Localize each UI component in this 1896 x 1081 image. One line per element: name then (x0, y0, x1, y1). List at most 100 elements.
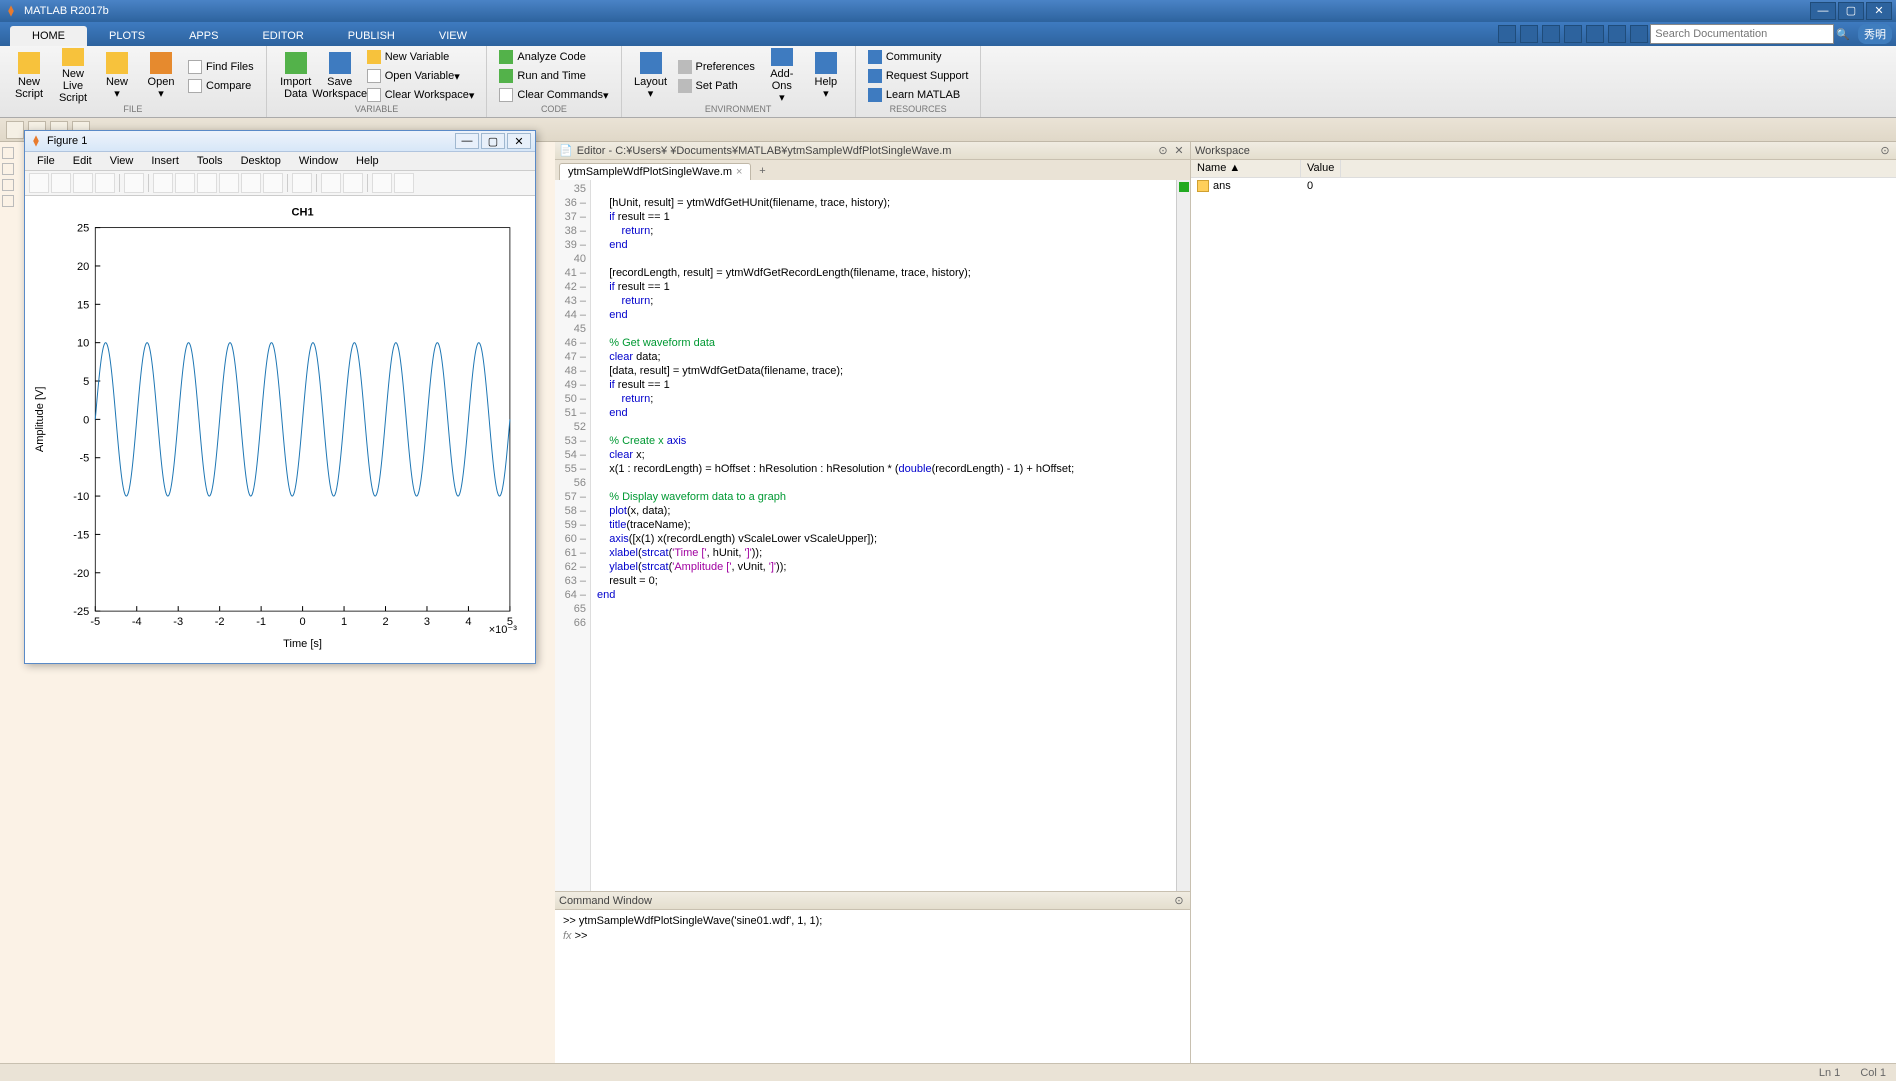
figure-title: Figure 1 (47, 135, 87, 147)
new-variable-button[interactable]: New Variable (363, 48, 479, 66)
svg-text:2: 2 (382, 616, 388, 628)
import-data-button[interactable]: Import Data (275, 48, 317, 104)
clear-workspace-button[interactable]: Clear Workspace ▾ (363, 86, 479, 104)
brush-icon[interactable] (263, 173, 283, 193)
code-health-strip (1176, 180, 1190, 891)
new-button[interactable]: New▾ (96, 48, 138, 104)
user-badge[interactable]: 秀明 (1858, 24, 1892, 44)
figure-menu-edit[interactable]: Edit (65, 153, 100, 169)
quick-icon[interactable] (1520, 25, 1538, 43)
workspace-body[interactable]: ans0 (1191, 178, 1896, 1063)
command-window[interactable]: >> ytmSampleWdfPlotSingleWave('sine01.wd… (555, 910, 1190, 1063)
zoom-in-icon[interactable] (153, 173, 173, 193)
svg-text:-2: -2 (215, 616, 225, 628)
quick-icon[interactable] (1630, 25, 1648, 43)
addons-button[interactable]: Add-Ons▾ (761, 48, 803, 104)
ribbon-tab-publish[interactable]: PUBLISH (326, 26, 417, 46)
ribbon-tab-apps[interactable]: APPS (167, 26, 240, 46)
figure-menu-help[interactable]: Help (348, 153, 387, 169)
figure-menu-file[interactable]: File (29, 153, 63, 169)
plot-area[interactable]: -5-4-3-2-1012345-25-20-15-10-50510152025… (25, 196, 535, 663)
save-icon[interactable] (73, 173, 93, 193)
ribbon-home: New Script New Live Script New▾ Open▾ Fi… (0, 46, 1896, 118)
quick-icon[interactable] (1608, 25, 1626, 43)
analyze-code-button[interactable]: Analyze Code (495, 48, 612, 66)
svg-text:-5: -5 (79, 453, 89, 465)
figure-menu-view[interactable]: View (102, 153, 142, 169)
workspace-row[interactable]: ans0 (1191, 178, 1896, 194)
hide-tools-icon[interactable] (372, 173, 392, 193)
request-support-button[interactable]: Request Support (864, 67, 973, 85)
dock-icon[interactable] (2, 195, 14, 207)
save-workspace-button[interactable]: Save Workspace (319, 48, 361, 104)
learn-matlab-button[interactable]: Learn MATLAB (864, 86, 973, 104)
quick-icon[interactable] (1542, 25, 1560, 43)
dock-icon[interactable] (2, 147, 14, 159)
minimize-button[interactable]: — (1810, 2, 1836, 20)
show-tools-icon[interactable] (394, 173, 414, 193)
figure-menu-tools[interactable]: Tools (189, 153, 231, 169)
fig-maximize-button[interactable]: ▢ (481, 133, 505, 149)
data-cursor-icon[interactable] (241, 173, 261, 193)
figure-menu-insert[interactable]: Insert (143, 153, 187, 169)
quick-icon[interactable] (1498, 25, 1516, 43)
col-value[interactable]: Value (1301, 160, 1341, 177)
set-path-button[interactable]: Set Path (674, 77, 759, 95)
workspace-header[interactable]: Name ▲ Value (1191, 160, 1896, 178)
figure-menu-desktop[interactable]: Desktop (233, 153, 289, 169)
group-label: ENVIRONMENT (630, 104, 847, 115)
open-variable-button[interactable]: Open Variable ▾ (363, 67, 479, 85)
ribbon-tab-view[interactable]: VIEW (417, 26, 489, 46)
find-files-button[interactable]: Find Files (184, 58, 258, 76)
panel-actions-icon[interactable]: ⊙ (1878, 144, 1892, 158)
quick-icon[interactable] (1564, 25, 1582, 43)
tab-close-icon[interactable]: × (736, 166, 742, 178)
status-line: Ln 1 (1819, 1067, 1840, 1079)
ribbon-tab-plots[interactable]: PLOTS (87, 26, 167, 46)
svg-text:5: 5 (83, 376, 89, 388)
print-icon[interactable] (95, 173, 115, 193)
ribbon-tab-editor[interactable]: EDITOR (240, 26, 325, 46)
new-script-button[interactable]: New Script (8, 48, 50, 104)
close-button[interactable]: ✕ (1866, 2, 1892, 20)
preferences-button[interactable]: Preferences (674, 58, 759, 76)
compare-button[interactable]: Compare (184, 77, 258, 95)
ribbon-tab-home[interactable]: HOME (10, 26, 87, 46)
figure-titlebar[interactable]: Figure 1 — ▢ ✕ (25, 131, 535, 152)
layout-button[interactable]: Layout▾ (630, 48, 672, 104)
new-figure-icon[interactable] (29, 173, 49, 193)
quick-icon[interactable] (1586, 25, 1604, 43)
editor-tab[interactable]: ytmSampleWdfPlotSingleWave.m× (559, 163, 751, 180)
dock-icon[interactable] (2, 179, 14, 191)
add-tab-button[interactable]: + (753, 162, 771, 180)
help-button[interactable]: Help▾ (805, 48, 847, 104)
maximize-button[interactable]: ▢ (1838, 2, 1864, 20)
new-live-script-button[interactable]: New Live Script (52, 48, 94, 104)
figure-menu-window[interactable]: Window (291, 153, 346, 169)
pan-icon[interactable] (197, 173, 217, 193)
panel-actions-icon[interactable]: ⊙ (1156, 144, 1170, 158)
run-and-time-button[interactable]: Run and Time (495, 67, 612, 85)
code-editor[interactable]: 3536 –37 –38 –39 –4041 –42 –43 –44 –4546… (555, 180, 1190, 891)
panel-close-icon[interactable]: ✕ (1172, 144, 1186, 158)
col-name[interactable]: Name ▲ (1191, 160, 1301, 177)
link-icon[interactable] (292, 173, 312, 193)
legend-icon[interactable] (343, 173, 363, 193)
svg-text:-25: -25 (73, 606, 89, 618)
community-button[interactable]: Community (864, 48, 973, 66)
search-documentation-input[interactable] (1650, 24, 1834, 44)
panel-actions-icon[interactable]: ⊙ (1172, 894, 1186, 908)
group-label: VARIABLE (275, 104, 479, 115)
pointer-icon[interactable] (124, 173, 144, 193)
open-button[interactable]: Open▾ (140, 48, 182, 104)
fig-minimize-button[interactable]: — (455, 133, 479, 149)
open-icon[interactable] (51, 173, 71, 193)
dock-icon[interactable] (2, 163, 14, 175)
fig-close-button[interactable]: ✕ (507, 133, 531, 149)
rotate-icon[interactable] (219, 173, 239, 193)
colorbar-icon[interactable] (321, 173, 341, 193)
svg-text:-5: -5 (90, 616, 100, 628)
back-icon[interactable] (6, 121, 24, 139)
clear-commands-button[interactable]: Clear Commands ▾ (495, 86, 612, 104)
zoom-out-icon[interactable] (175, 173, 195, 193)
